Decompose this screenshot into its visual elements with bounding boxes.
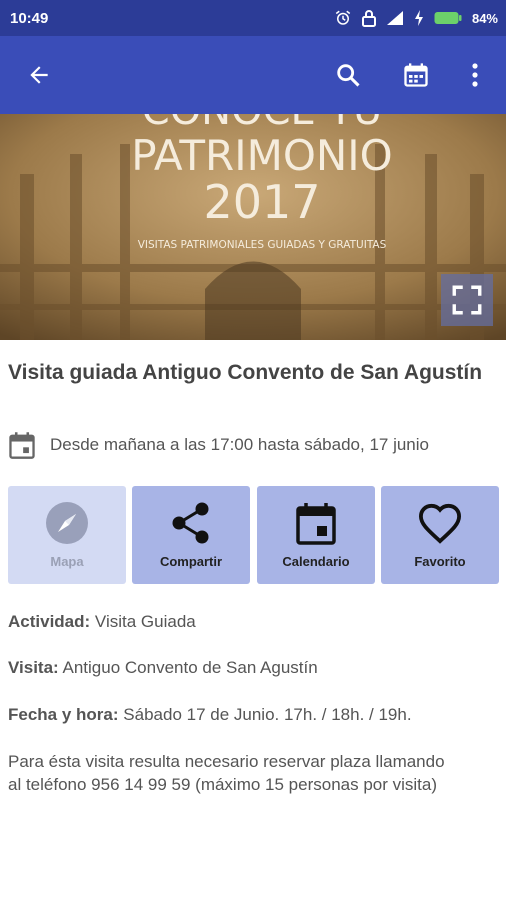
add-calendar-button-label: Calendario — [282, 554, 350, 569]
event-calendar-icon — [9, 432, 35, 459]
heart-outline-icon — [418, 503, 462, 544]
fullscreen-button[interactable] — [441, 274, 493, 326]
event-date-text: Desde mañana a las 17:00 hasta sábado, 1… — [50, 435, 429, 454]
visit-label: Visita: — [8, 658, 59, 677]
more-options-button[interactable] — [453, 53, 497, 97]
compass-icon — [46, 502, 88, 544]
hero-text-year: 2017 — [203, 175, 320, 229]
battery-percent: 84% — [471, 10, 498, 26]
datetime-value: Sábado 17 de Junio. 17h. / 18h. / 19h. — [123, 705, 412, 724]
status-bar: 10:49 84% — [0, 0, 506, 36]
reservation-note: Para ésta visita resulta necesario reser… — [8, 752, 445, 794]
more-vert-icon — [472, 63, 478, 87]
battery-icon — [434, 12, 462, 24]
lock-icon — [361, 10, 376, 27]
share-button[interactable]: Compartir — [132, 486, 250, 584]
calendar-button[interactable] — [394, 53, 438, 97]
add-calendar-button[interactable]: Calendario — [257, 486, 375, 584]
calendar-icon — [296, 503, 336, 545]
signal-icon — [386, 11, 403, 25]
share-button-label: Compartir — [159, 554, 223, 569]
datetime-label: Fecha y hora: — [8, 705, 119, 724]
app-bar — [0, 36, 506, 114]
event-hero-image: CONOCE TU PATRIMONIO 2017 VISITAS PATRIM… — [0, 114, 506, 340]
visit-value: Antiguo Convento de San Agustín — [62, 658, 318, 677]
status-icons: 84% — [334, 0, 498, 36]
activity-value: Visita Guiada — [94, 612, 196, 631]
datetime-row: Fecha y hora: Sábado 17 de Junio. 17h. /… — [8, 703, 412, 727]
search-icon — [337, 64, 360, 87]
visit-row: Visita: Antiguo Convento de San Agustín — [8, 656, 318, 680]
event-date-row: Desde mañana a las 17:00 hasta sábado, 1… — [8, 430, 498, 460]
hero-text-patrimonio: PATRIMONIO — [131, 131, 393, 180]
back-button[interactable] — [17, 53, 61, 97]
fullscreen-icon — [452, 285, 482, 315]
hero-text-subtitle: VISITAS PATRIMONIALES GUIADAS Y GRATUITA… — [138, 239, 387, 251]
map-button[interactable]: Mapa — [8, 486, 126, 584]
action-buttons: Mapa Compartir Calendario Favorito — [8, 486, 500, 584]
favorite-button[interactable]: Favorito — [381, 486, 499, 584]
search-button[interactable] — [326, 53, 370, 97]
map-button-label: Mapa — [50, 554, 84, 569]
alarm-icon — [335, 10, 351, 25]
arrow-back-icon — [30, 66, 48, 84]
calendar-icon — [404, 63, 428, 87]
favorite-button-label: Favorito — [414, 554, 466, 569]
status-time: 10:49 — [10, 9, 49, 27]
hero-artwork: CONOCE TU PATRIMONIO 2017 VISITAS PATRIM… — [0, 114, 506, 340]
activity-row: Actividad: Visita Guiada — [8, 610, 196, 634]
charging-icon — [414, 10, 423, 26]
activity-label: Actividad: — [8, 612, 91, 631]
event-title: Visita guiada Antiguo Convento de San Ag… — [8, 361, 483, 384]
share-icon — [172, 502, 209, 544]
